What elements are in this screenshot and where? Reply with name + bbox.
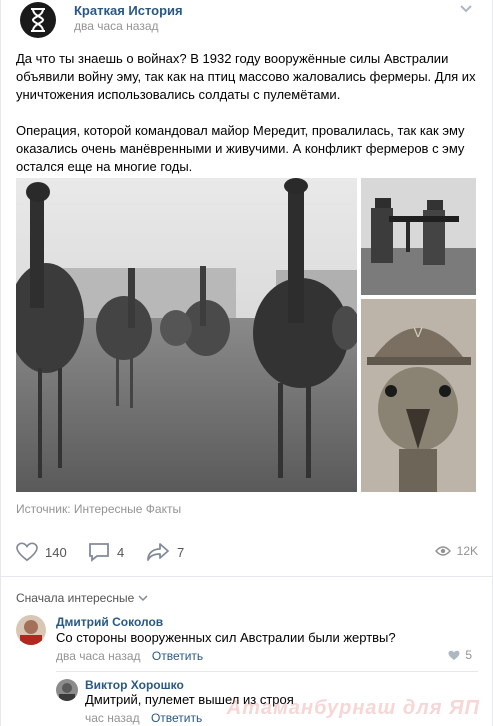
post-actions: 140 4 7 12K: [16, 542, 478, 568]
chevron-down-icon: [138, 594, 148, 601]
like-button[interactable]: 140: [16, 542, 67, 562]
like-count: 140: [45, 544, 67, 560]
comment-button[interactable]: 4: [88, 542, 124, 562]
share-button[interactable]: 7: [146, 542, 184, 562]
comment-author[interactable]: Виктор Хорошко: [85, 678, 184, 692]
post-time[interactable]: два часа назад: [74, 19, 159, 33]
comment-time[interactable]: час назад: [85, 711, 140, 725]
comment-count: 4: [117, 544, 125, 560]
comment-like-button[interactable]: 5: [448, 648, 472, 662]
post-text: Да что ты знаешь о войнах? В 1932 году в…: [16, 50, 478, 194]
photo-grid: V: [16, 178, 476, 492]
post-card: Краткая История два часа назад Да что ты…: [0, 0, 493, 726]
eye-icon: [434, 546, 451, 556]
heart-icon: [448, 650, 460, 660]
avatar[interactable]: [16, 615, 46, 645]
watermark: Атаманбурнаш для ЯП: [226, 697, 480, 719]
comment-meta: два часа назад Ответить: [56, 649, 203, 663]
comment: Дмитрий Соколов Со стороны вооруженных с…: [16, 612, 478, 672]
divider: [56, 671, 478, 672]
reply-button[interactable]: Ответить: [152, 649, 203, 663]
comments-sort[interactable]: Сначала интересные: [16, 591, 148, 605]
avatar[interactable]: [56, 679, 78, 701]
hourglass-icon: [31, 8, 45, 32]
comment-like-count: 5: [465, 648, 472, 662]
photo-emu-helmet[interactable]: V: [361, 299, 476, 492]
photo-emus[interactable]: [16, 178, 357, 492]
chevron-down-icon[interactable]: [459, 4, 473, 14]
post-source: Источник: Интересные Факты: [16, 502, 182, 516]
comment-text: Со стороны вооруженных сил Австралии был…: [56, 630, 396, 645]
photo-soldiers[interactable]: [361, 178, 476, 295]
post-header: Краткая История два часа назад: [16, 0, 481, 42]
views-counter: 12K: [434, 544, 478, 558]
divider: [1, 576, 493, 577]
svg-text:V: V: [413, 324, 423, 340]
group-avatar[interactable]: [20, 2, 56, 38]
reply-button[interactable]: Ответить: [151, 711, 202, 725]
share-count: 7: [177, 544, 185, 560]
heart-icon: [16, 542, 38, 562]
share-icon: [147, 543, 169, 561]
post-paragraph: Да что ты знаешь о войнах? В 1932 году в…: [16, 51, 476, 102]
group-name[interactable]: Краткая История: [74, 3, 183, 18]
comment-author[interactable]: Дмитрий Соколов: [56, 615, 163, 629]
comment-time[interactable]: два часа назад: [56, 649, 141, 663]
view-count: 12K: [456, 544, 478, 558]
comments-sort-label: Сначала интересные: [16, 591, 135, 605]
comment-icon: [89, 543, 109, 562]
comment-meta: час назад Ответить: [85, 711, 202, 725]
post-paragraph: Операция, которой командовал майор Меред…: [16, 123, 465, 174]
